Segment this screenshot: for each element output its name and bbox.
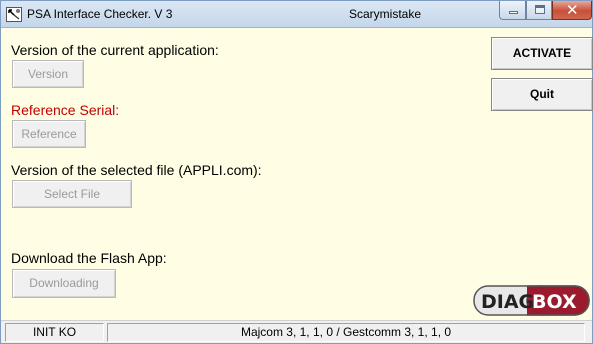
- activate-button[interactable]: ACTIVATE: [491, 37, 593, 70]
- reference-label: Reference Serial:: [11, 102, 120, 118]
- file-label: Version of the selected file (APPLI.com)…: [11, 162, 262, 178]
- close-icon: ✕: [566, 1, 579, 19]
- select-file-button[interactable]: Select File: [12, 180, 132, 208]
- status-panel-init: INIT KO: [5, 323, 104, 342]
- version-label: Version of the current application:: [11, 42, 219, 58]
- downloading-button[interactable]: Downloading: [12, 269, 116, 298]
- minimize-button[interactable]: [499, 1, 526, 20]
- diagbox-logo: DIAG BOX: [473, 285, 590, 316]
- logo-text-diag: DIAG: [481, 291, 534, 313]
- maximize-icon: [535, 5, 545, 14]
- close-button[interactable]: ✕: [552, 1, 592, 20]
- quit-button[interactable]: Quit: [491, 78, 593, 111]
- app-icon[interactable]: [6, 7, 22, 22]
- status-panel-versions: Majcom 3, 1, 1, 0 / Gestcomm 3, 1, 1, 0: [107, 323, 585, 342]
- maximize-button[interactable]: [526, 1, 552, 20]
- flash-label: Download the Flash App:: [11, 250, 167, 266]
- minimize-icon: [509, 11, 518, 14]
- logo-text-box: BOX: [532, 291, 577, 313]
- app-window: PSA Interface Checker. V 3 Scarymistake …: [0, 0, 593, 344]
- status-bar: INIT KO Majcom 3, 1, 1, 0 / Gestcomm 3, …: [1, 320, 592, 343]
- version-button[interactable]: Version: [12, 60, 84, 88]
- reference-button[interactable]: Reference: [12, 120, 86, 148]
- title-bar[interactable]: PSA Interface Checker. V 3 Scarymistake …: [1, 1, 592, 28]
- window-title: PSA Interface Checker. V 3: [27, 7, 173, 21]
- window-user: Scarymistake: [349, 7, 422, 21]
